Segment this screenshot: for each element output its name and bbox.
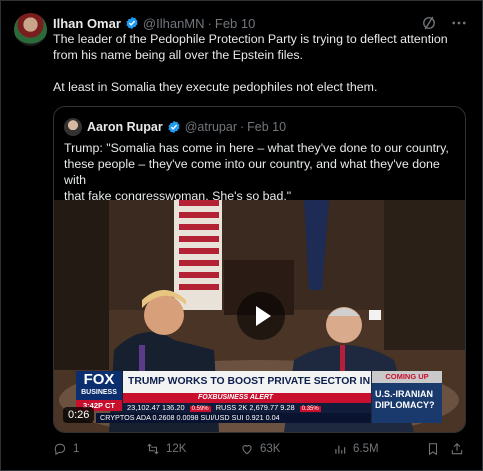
views-icon bbox=[335, 445, 346, 454]
ticker-pair: SUI/USD bbox=[200, 413, 230, 422]
like-count: 63K bbox=[260, 443, 281, 455]
quoted-text-line: Trump: "Somalia has come in here – what … bbox=[64, 141, 449, 155]
separator-dot: · bbox=[240, 120, 245, 134]
repost-button[interactable]: 12K bbox=[146, 442, 186, 456]
reply-icon bbox=[54, 443, 66, 456]
verified-badge-icon bbox=[168, 120, 180, 134]
video-player[interactable]: FOX BUSINESS 3:42P CT TRUMP WORKS TO BOO… bbox=[54, 200, 465, 432]
bookmark-button[interactable] bbox=[426, 442, 440, 456]
video-duration: 0:26 bbox=[63, 407, 95, 423]
network-sub: BUSINESS bbox=[81, 389, 117, 396]
ticker-value: 0.921 bbox=[245, 413, 264, 422]
ticker-symbol: ADA bbox=[136, 413, 151, 422]
quoted-author-handle[interactable]: @atrupar bbox=[185, 120, 237, 134]
grok-icon[interactable] bbox=[420, 14, 438, 32]
views-count: 6.5M bbox=[353, 443, 379, 455]
next-story-line: U.S.-IRANIAN bbox=[375, 389, 433, 399]
quoted-post-text: Trump: "Somalia has come in here – what … bbox=[64, 140, 460, 204]
reply-button[interactable]: 1 bbox=[53, 442, 79, 456]
action-bar: 1 12K 63K 6.5M bbox=[53, 442, 466, 460]
more-options-icon[interactable] bbox=[450, 14, 468, 32]
post-header: Ilhan Omar @IlhanMN · Feb 10 bbox=[53, 14, 468, 32]
ticker-value: 2,679.77 bbox=[249, 403, 279, 412]
share-button[interactable] bbox=[450, 442, 464, 456]
author-name[interactable]: Ilhan Omar bbox=[53, 16, 121, 31]
heart-icon bbox=[242, 445, 252, 455]
play-button-icon[interactable] bbox=[237, 292, 285, 340]
ticker-value: 0.2608 bbox=[152, 413, 175, 422]
next-story: U.S.-IRANIAN DIPLOMACY? bbox=[372, 383, 442, 423]
separator-dot: · bbox=[207, 15, 212, 31]
alert-bar: FOXBUSINESS ALERT bbox=[123, 393, 371, 403]
network-name: FOX bbox=[83, 371, 115, 388]
quoted-post-date[interactable]: Feb 10 bbox=[247, 120, 286, 134]
ticker-change: 0.04 bbox=[265, 413, 280, 422]
views-button[interactable]: 6.5M bbox=[333, 442, 379, 456]
quoted-post[interactable]: Aaron Rupar @atrupar · Feb 10 Trump: "So… bbox=[53, 106, 466, 433]
ticker-pct: 0.59% bbox=[189, 406, 211, 412]
verified-badge-icon bbox=[126, 16, 138, 30]
stock-ticker: 23,102.47 136.20 0.59% RUSS 2K 2,679.77 … bbox=[123, 403, 371, 413]
chyron-headline: TRUMP WORKS TO BOOST PRIVATE SECTOR IN S… bbox=[123, 371, 371, 393]
ticker-symbol: SUI bbox=[231, 413, 244, 422]
like-button[interactable]: 63K bbox=[240, 442, 280, 456]
ticker-pct: 0.35% bbox=[299, 406, 321, 412]
post-text-line: At least in Somalia they execute pedophi… bbox=[53, 80, 378, 94]
crypto-ticker: CRYPTOS ADA 0.2608 0.0098 SUI/USD SUI 0.… bbox=[96, 413, 371, 423]
quoted-post-header: Aaron Rupar @atrupar · Feb 10 bbox=[87, 118, 286, 136]
share-icon bbox=[451, 443, 463, 455]
post-text: The leader of the Pedophile Protection P… bbox=[53, 31, 463, 111]
author-avatar[interactable] bbox=[14, 13, 47, 46]
post-text-line: The leader of the Pedophile Protection P… bbox=[53, 32, 448, 46]
header-icons bbox=[420, 14, 468, 32]
post-text-line: from his name being all over the Epstein… bbox=[53, 48, 304, 62]
next-story-line: DIPLOMACY? bbox=[375, 400, 435, 410]
ticker-index: RUSS 2K bbox=[215, 403, 248, 412]
quoted-author-avatar[interactable] bbox=[64, 118, 82, 136]
quoted-text-line: these people – they've come into our cou… bbox=[64, 157, 440, 187]
ticker-label: CRYPTOS bbox=[100, 413, 135, 422]
news-chyron: FOX BUSINESS 3:42P CT TRUMP WORKS TO BOO… bbox=[76, 371, 465, 426]
ticker-value: 23,102.47 bbox=[127, 403, 160, 412]
post-date[interactable]: Feb 10 bbox=[215, 16, 255, 31]
ticker-change: 9.28 bbox=[280, 403, 295, 412]
repost-icon bbox=[147, 443, 159, 455]
post-card[interactable]: Ilhan Omar @IlhanMN · Feb 10 The leader … bbox=[0, 0, 483, 471]
coming-up-label: COMING UP bbox=[372, 371, 442, 383]
bookmark-icon bbox=[428, 443, 438, 456]
reply-count: 1 bbox=[73, 443, 80, 455]
quoted-author-name[interactable]: Aaron Rupar bbox=[87, 120, 163, 134]
ticker-change: 136.20 bbox=[161, 403, 185, 412]
author-handle[interactable]: @IlhanMN bbox=[143, 16, 205, 31]
ticker-change: 0.0098 bbox=[176, 413, 199, 422]
network-logo: FOX BUSINESS bbox=[76, 371, 122, 400]
repost-count: 12K bbox=[166, 443, 187, 455]
